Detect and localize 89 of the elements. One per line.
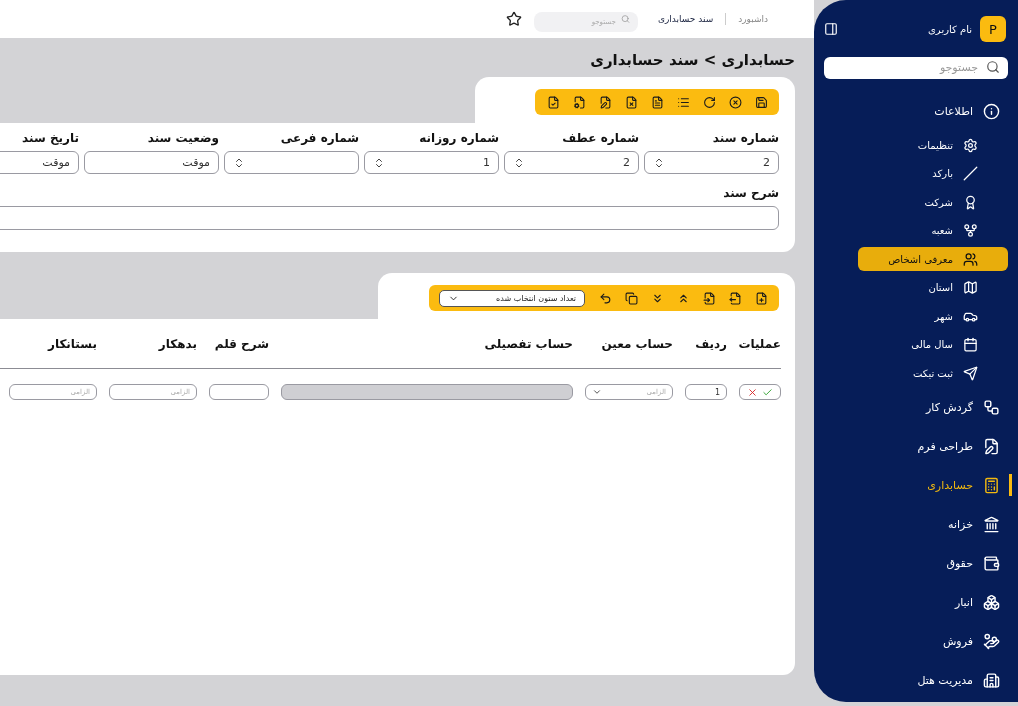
settings-icon	[963, 137, 978, 153]
up-down-icon[interactable]	[513, 156, 525, 169]
refresh-icon[interactable]	[701, 94, 717, 110]
input-field[interactable]: 2	[504, 151, 639, 174]
calculator-icon	[983, 476, 1000, 494]
input-field[interactable]	[224, 151, 359, 174]
up-down-icon[interactable]	[373, 156, 385, 169]
field-label: شماره فرعی	[279, 131, 359, 145]
input-field[interactable]	[0, 206, 779, 230]
column-header: شرح قلم	[213, 336, 269, 351]
sidebar-subitem[interactable]: شرکت	[858, 190, 1008, 214]
user-name: نام کاربری	[927, 23, 972, 35]
field-value: 2	[763, 156, 770, 169]
info-icon	[983, 103, 1000, 120]
input-field[interactable]: موقت	[84, 151, 219, 174]
branch-icon	[963, 223, 978, 238]
field-label: وضعیت سند	[146, 131, 219, 145]
check-icon[interactable]	[762, 386, 773, 398]
file-export-icon[interactable]	[727, 290, 743, 306]
field-value: موقت	[182, 156, 210, 169]
sidebar-subitem[interactable]: معرفی اشخاص	[858, 247, 1008, 271]
input-field[interactable]: 1	[364, 151, 499, 174]
save-icon[interactable]	[753, 94, 769, 110]
column-count-select[interactable]: تعداد ستون انتخاب شده	[439, 289, 585, 307]
user-avatar: P	[980, 16, 1006, 42]
hand-coins-icon	[983, 632, 1000, 650]
field-value: 1	[483, 156, 490, 169]
sidebar-item[interactable]: حقوق	[824, 543, 1008, 583]
active-indicator	[1009, 474, 1012, 496]
chevron-down-icon	[592, 387, 602, 397]
row-number-field[interactable]: 1	[685, 384, 727, 400]
page-title: حسابداری > سند حسابداری	[589, 51, 795, 69]
sidebar-item[interactable]: طراحی فرم	[824, 426, 1008, 466]
sidebar-subitem[interactable]: استان	[858, 275, 1008, 300]
close-icon[interactable]	[747, 386, 758, 398]
up-down-icon[interactable]	[653, 156, 665, 169]
sidebar-item[interactable]: فروش	[824, 621, 1008, 661]
column-header: عملیات	[739, 336, 781, 351]
sidebar-item[interactable]: گردش کار	[824, 387, 1008, 427]
input-field[interactable]: موقت	[0, 151, 79, 174]
boxes-icon	[983, 593, 1000, 611]
sidebar-subitem[interactable]: ثبت تیکت	[858, 361, 1008, 385]
column-header: حساب تفصیلی	[483, 336, 573, 351]
column-header: بستانکار	[46, 336, 97, 351]
file-gear-icon[interactable]	[571, 94, 587, 110]
sidebar-item[interactable]: انبار	[824, 582, 1008, 622]
sidebar-subitem[interactable]: تنظیمات	[858, 133, 1008, 157]
close-circle-icon[interactable]	[727, 94, 743, 110]
field-label: شماره عطف	[561, 131, 639, 145]
field-label: تاریخ سند	[21, 131, 79, 145]
column-header: حساب معین	[600, 336, 673, 351]
breadcrumb-link[interactable]: داشبورد	[738, 14, 768, 24]
sidebar-subitem[interactable]: شهر	[858, 304, 1008, 328]
field-value: 2	[623, 156, 630, 169]
bank-icon	[983, 515, 1000, 533]
file-import-icon[interactable]	[701, 290, 717, 306]
sidebar-item[interactable]: خزانه	[824, 504, 1008, 544]
send-icon	[963, 365, 978, 381]
input-field[interactable]	[209, 384, 269, 400]
award-icon	[963, 194, 978, 210]
sidebar-subitem[interactable]: سال مالی	[858, 332, 1008, 357]
star-icon[interactable]	[505, 11, 522, 27]
detail-account-field[interactable]	[281, 384, 573, 400]
search-icon	[620, 14, 630, 24]
sidebar-item[interactable]: اطلاعات	[824, 92, 1008, 131]
copy-icon[interactable]	[623, 290, 639, 306]
sidebar-item[interactable]: مدیریت هتل	[824, 660, 1008, 700]
search-icon	[986, 60, 1000, 74]
field-label: شماره سند	[711, 131, 779, 145]
sidebar-subitem[interactable]: شعبه	[858, 218, 1008, 243]
map-icon	[963, 280, 978, 295]
workflow-icon	[983, 398, 1000, 416]
file-edit-icon	[983, 437, 1000, 455]
up-down-icon[interactable]	[233, 156, 245, 169]
calendar-icon	[963, 337, 978, 352]
sidebar-search-field[interactable]: جستوجو	[824, 56, 1008, 79]
panel-toggle-icon[interactable]	[824, 22, 838, 36]
column-header: بدهکار	[157, 336, 197, 351]
building-icon	[983, 671, 1000, 689]
field-value: موقت	[42, 156, 70, 169]
field-label: شماره روزانه	[418, 131, 499, 145]
sidebar-subitem[interactable]: بارکد	[858, 161, 1008, 186]
users-icon	[963, 251, 978, 267]
breadcrumb-link[interactable]: سند حسابداری	[657, 14, 714, 24]
field-label: شرح سند	[722, 186, 779, 200]
sidebar-item[interactable]: حسابداری	[824, 465, 1008, 505]
column-header: ردیف	[694, 336, 727, 351]
input-field[interactable]: 2	[644, 151, 779, 174]
wallet-icon	[983, 554, 1000, 572]
